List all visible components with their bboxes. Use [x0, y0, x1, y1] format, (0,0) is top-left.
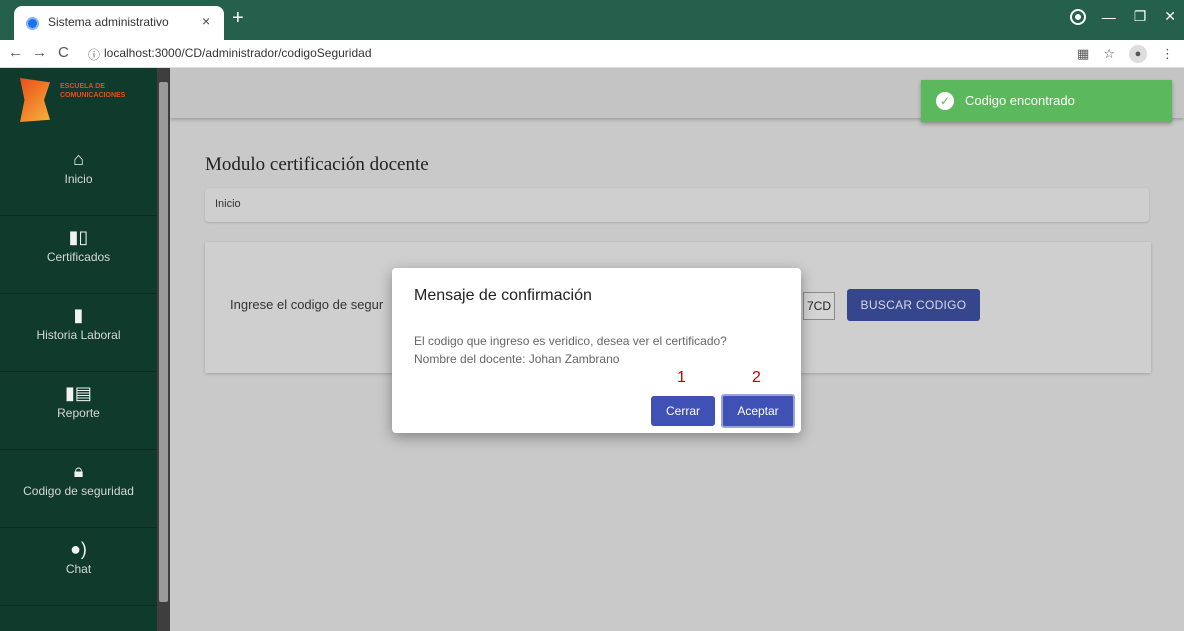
tab-close-icon[interactable]: × [202, 13, 210, 29]
breadcrumb-item[interactable]: Inicio [215, 198, 241, 210]
dialog-message: El codigo que ingreso es veridico, desea… [414, 334, 727, 348]
bookmark-icon: ▮ [73, 305, 84, 325]
bookmark-star-icon[interactable]: ☆ [1103, 46, 1115, 62]
new-tab-button[interactable]: + [232, 8, 244, 28]
lock-icon: 🔒︎ [73, 461, 84, 481]
sidebar-scrollbar-thumb[interactable] [159, 82, 168, 602]
home-icon: ⌂ [73, 149, 84, 169]
reload-icon[interactable]: C [58, 44, 69, 61]
sidebar-item-chat[interactable]: ●) Chat [0, 528, 157, 606]
profile-icon[interactable] [1071, 10, 1084, 23]
url-field[interactable]: localhost:3000/CD/administrador/codigoSe… [104, 46, 372, 60]
annotation-number-2: 2 [752, 369, 761, 386]
open-book-icon: ▮▤ [65, 383, 92, 403]
close-button[interactable]: Cerrar [651, 396, 715, 426]
book-icon: ▮▯ [68, 227, 89, 247]
account-icon[interactable]: ● [1129, 45, 1147, 63]
sidebar-item-label: Inicio [64, 172, 93, 186]
browser-tab-strip: Sistema administrativo × + — ❐ ✕ [0, 0, 1184, 40]
code-label: Ingrese el codigo de segur [230, 297, 384, 312]
security-code-input[interactable]: 7CD [803, 292, 835, 320]
site-info-icon[interactable]: ⓘ [88, 46, 100, 63]
sidebar-item-label: Historia Laboral [36, 328, 121, 342]
confirmation-dialog: Mensaje de confirmación El codigo que in… [392, 268, 801, 433]
tab-favicon-icon [26, 17, 39, 30]
sidebar-item-codigo-seguridad[interactable]: 🔒︎ Codigo de seguridad [0, 450, 157, 528]
minimize-icon[interactable]: — [1102, 9, 1116, 25]
toast-message: Codigo encontrado [965, 93, 1075, 108]
annotation-number-1: 1 [677, 369, 686, 386]
sidebar: ESCUELA DE COMUNICACIONES ⌂ Inicio ▮▯ Ce… [0, 68, 170, 631]
sidebar-item-label: Reporte [57, 406, 100, 420]
page-title: Modulo certificación docente [205, 154, 429, 175]
sidebar-item-historia-laboral[interactable]: ▮ Historia Laboral [0, 294, 157, 372]
forward-icon[interactable]: → [32, 44, 47, 61]
tab-title: Sistema administrativo [48, 15, 169, 29]
restore-icon[interactable]: ❐ [1134, 8, 1147, 25]
logo-mark-icon [20, 78, 50, 122]
address-bar-actions: ▦ ☆ ● ⋮ [1077, 45, 1174, 63]
sidebar-item-reporte[interactable]: ▮▤ Reporte [0, 372, 157, 450]
window-controls: — ❐ ✕ [1071, 8, 1176, 25]
address-bar: ← → C ⓘ localhost:3000/CD/administrador/… [0, 40, 1184, 68]
sidebar-item-certificados[interactable]: ▮▯ Certificados [0, 216, 157, 294]
translate-icon[interactable]: ▦ [1077, 46, 1089, 62]
search-code-button[interactable]: BUSCAR CODIGO [847, 289, 980, 321]
dialog-teacher-name: Nombre del docente: Johan Zambrano [414, 352, 620, 366]
dialog-title: Mensaje de confirmación [414, 287, 592, 304]
browser-tab[interactable]: Sistema administrativo × [14, 6, 224, 40]
breadcrumb: Inicio [205, 188, 1149, 222]
chat-icon: ●) [70, 539, 87, 559]
close-window-icon[interactable]: ✕ [1164, 8, 1176, 25]
back-icon[interactable]: ← [8, 44, 23, 61]
check-circle-icon: ✓ [936, 92, 954, 110]
sidebar-item-label: Codigo de seguridad [23, 484, 134, 498]
sidebar-item-inicio[interactable]: ⌂ Inicio [0, 138, 157, 216]
school-logo[interactable]: ESCUELA DE COMUNICACIONES [0, 68, 157, 138]
menu-kebab-icon[interactable]: ⋮ [1161, 46, 1174, 62]
sidebar-item-label: Chat [65, 562, 92, 576]
logo-text: ESCUELA DE COMUNICACIONES [60, 83, 126, 99]
success-toast: ✓ Codigo encontrado [921, 80, 1172, 122]
accept-button[interactable]: Aceptar [721, 394, 795, 428]
sidebar-item-label: Certificados [46, 250, 111, 264]
